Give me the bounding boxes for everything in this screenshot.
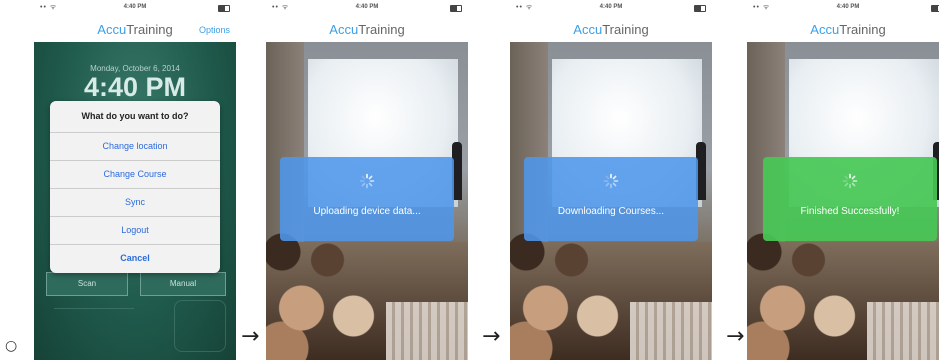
flow-arrow: → xyxy=(482,324,501,349)
screen-uploading: •• ᯤ 4:40 PM AccuTraining Uploading devi… xyxy=(266,0,468,360)
options-button[interactable]: Options xyxy=(199,18,230,42)
status-time: 4:40 PM xyxy=(123,4,147,10)
toast-message: Uploading device data... xyxy=(313,206,421,217)
change-location-button[interactable]: Change location xyxy=(50,133,220,161)
battery-icon xyxy=(218,5,230,12)
manual-button[interactable]: Manual xyxy=(140,272,226,296)
status-bar: •• ᯤ 4:40 PM xyxy=(266,0,468,18)
app-title: AccuTraining xyxy=(329,22,405,37)
battery-icon xyxy=(450,5,462,12)
sync-button[interactable]: Sync xyxy=(50,189,220,217)
background-decoration xyxy=(54,308,134,329)
dialog-title: What do you want to do? xyxy=(50,101,220,133)
nav-bar: AccuTraining xyxy=(510,18,712,42)
list-bullet: ○ xyxy=(5,338,18,354)
logout-button[interactable]: Logout xyxy=(50,217,220,245)
status-time: 4:40 PM xyxy=(355,4,379,10)
nav-bar: AccuTraining xyxy=(747,18,939,42)
toast-message: Downloading Courses... xyxy=(557,206,665,217)
spinner-icon xyxy=(603,173,619,189)
status-bar: •• ᯤ 4:40 PM xyxy=(34,0,236,18)
app-title: AccuTraining xyxy=(810,22,886,37)
progress-toast: Downloading Courses... xyxy=(524,157,698,241)
flow-arrow: → xyxy=(241,324,260,349)
spinner-icon xyxy=(842,173,858,189)
app-title: AccuTraining xyxy=(573,22,649,37)
flow-arrow: → xyxy=(726,324,745,349)
scan-button[interactable]: Scan xyxy=(46,272,128,296)
app-title: AccuTraining xyxy=(97,22,173,37)
status-bar: •• ᯤ 4:40 PM xyxy=(747,0,939,18)
progress-toast: Uploading device data... xyxy=(280,157,454,241)
nav-bar: AccuTraining xyxy=(266,18,468,42)
battery-icon xyxy=(694,5,706,12)
status-time: 4:40 PM xyxy=(836,4,860,10)
status-time: 4:40 PM xyxy=(599,4,623,10)
toast-message: Finished Successfully! xyxy=(800,206,900,217)
lock-time: 4:40 PM xyxy=(83,72,187,102)
status-bar: •• ᯤ 4:40 PM xyxy=(510,0,712,18)
change-course-button[interactable]: Change Course xyxy=(50,161,220,189)
action-dialog: What do you want to do? Change location … xyxy=(50,101,220,273)
screen-downloading: •• ᯤ 4:40 PM AccuTraining Downloading Co… xyxy=(510,0,712,360)
screen-finished: •• ᯤ 4:40 PM AccuTraining Finished Succe… xyxy=(747,0,939,360)
success-toast: Finished Successfully! xyxy=(763,157,937,241)
battery-icon xyxy=(931,5,939,12)
nav-bar: AccuTraining Options xyxy=(34,18,236,42)
cancel-button[interactable]: Cancel xyxy=(50,245,220,272)
spinner-icon xyxy=(359,173,375,189)
background-decoration xyxy=(174,300,226,352)
screen-menu: •• ᯤ 4:40 PM AccuTraining Options Monday… xyxy=(34,0,236,360)
